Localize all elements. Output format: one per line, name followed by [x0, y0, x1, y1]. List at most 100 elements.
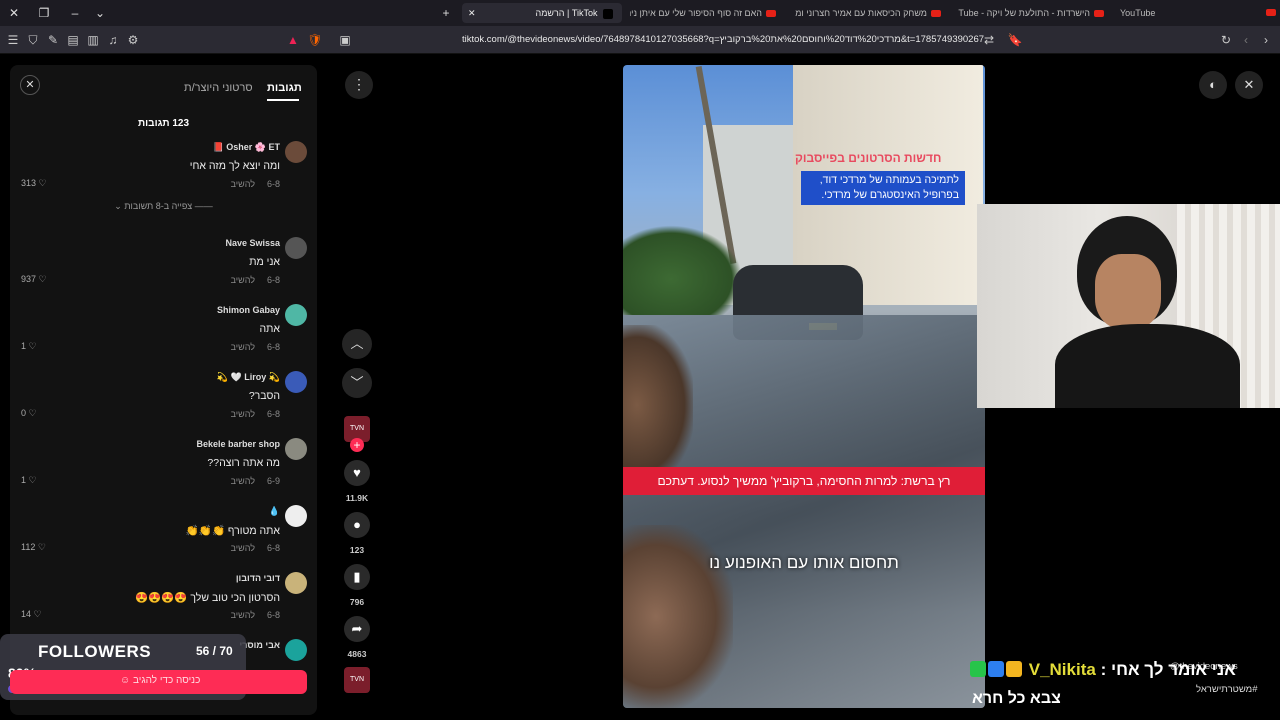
avatar[interactable] [285, 572, 307, 594]
reader-mode-icon[interactable]: ▣ [337, 32, 353, 48]
reply-link[interactable]: להשיב [231, 179, 255, 189]
comment-username[interactable]: Shimon Gabay [217, 305, 280, 315]
close-video-icon[interactable]: ✕ [1235, 71, 1263, 99]
comment-date: 6-8 [266, 543, 280, 553]
reply-link[interactable]: להשיב [231, 342, 255, 352]
heart-icon[interactable]: ♡ [29, 341, 37, 351]
video-player[interactable]: חדשות הסרטונים בפייסבוק לתמיכה בעמותה של… [623, 65, 985, 708]
tab-podcast[interactable]: האם זה סוף הסיפור שלי עם איתן ניהו... [630, 3, 780, 23]
tab-game-of-chairs[interactable]: משחק הכיסאות עם אמיר חצרוני ומרו... [795, 3, 945, 23]
tab-tiktok[interactable]: TikTok | הרשמה ✕ [462, 3, 622, 23]
close-window-icon[interactable]: ✕ [5, 4, 23, 22]
video-person [623, 325, 693, 485]
comment-meta: 6-8 להשיב [219, 409, 280, 419]
previous-video-chevron-up-icon[interactable]: ︿ [342, 329, 372, 359]
forward-icon[interactable]: › [1258, 32, 1274, 48]
like-count[interactable]: 313 ♡ [21, 178, 47, 189]
comment-text: אתה [259, 323, 280, 335]
follow-plus-icon[interactable]: + [350, 438, 364, 452]
save-count: 796 [349, 597, 365, 607]
share-arrow-icon[interactable]: ➦ [344, 616, 370, 642]
back-icon[interactable]: ‹ [1238, 32, 1254, 48]
video-trees [623, 225, 743, 315]
bookmark-icon[interactable]: ▮ [344, 564, 370, 590]
youtube-icon [931, 10, 941, 18]
share-link-icon[interactable]: ⇄ [981, 32, 997, 48]
close-panel-icon[interactable]: ✕ [20, 75, 40, 95]
like-count[interactable]: 937 ♡ [21, 274, 47, 285]
like-count[interactable]: 1 ♡ [21, 341, 37, 352]
avatar[interactable] [285, 639, 307, 661]
music-icon[interactable]: ♫ [105, 32, 121, 48]
tab-comments[interactable]: תגובות [267, 82, 302, 94]
address-bar[interactable]: tiktok.com/@thevideonews/video/764897841… [462, 32, 984, 48]
heart-icon[interactable]: ♡ [29, 408, 37, 418]
reply-link[interactable]: להשיב [231, 543, 255, 553]
share-count: 4863 [347, 649, 367, 659]
video-news-banner: רץ ברשת: למרות החסימה, ברקוביץ' ממשיך לנ… [623, 467, 985, 495]
tab-list-chevron-icon[interactable]: ⌄ [91, 4, 109, 22]
reload-icon[interactable]: ↻ [1218, 32, 1234, 48]
comment-username[interactable]: Osher 🌸 ET 📕 [213, 142, 280, 153]
player-mode-icon[interactable]: ◐ [1199, 71, 1227, 99]
comment-username[interactable]: 💫 Liroy 🤍 💫 [217, 372, 280, 383]
pin-icon[interactable]: ✎ [45, 32, 61, 48]
next-video-chevron-down-icon[interactable]: ﹀ [342, 368, 372, 398]
brave-rewards-icon[interactable]: ▲ [285, 32, 301, 48]
reply-link[interactable]: להשיב [231, 275, 255, 285]
chevron-down-icon: ⌄ [114, 201, 122, 211]
avatar[interactable] [285, 371, 307, 393]
tab-survivor[interactable]: הישרדות - התולעת של ויקה - YouTube [958, 3, 1108, 23]
avatar[interactable] [285, 141, 307, 163]
tab-creator-videos[interactable]: סרטוני היוצר/ת [184, 82, 253, 94]
heart-icon[interactable]: ♡ [29, 475, 37, 485]
comment-date: 6-8 [266, 409, 280, 419]
comment-meta: 6-8 להשיב [219, 543, 280, 553]
new-tab-icon[interactable]: + [437, 4, 455, 22]
extensions-icon[interactable]: ⚙ [125, 32, 141, 48]
reply-link[interactable]: להשיב [231, 610, 255, 620]
avatar[interactable] [285, 438, 307, 460]
heart-icon[interactable]: ♡ [34, 609, 42, 619]
restore-window-icon[interactable]: ❐ [35, 4, 53, 22]
minimize-window-icon[interactable]: – [66, 4, 84, 22]
reply-link[interactable]: להשיב [231, 409, 255, 419]
avatar[interactable] [285, 237, 307, 259]
comment-item: Bekele barber shop מה אתה רוצה?? 6-9 להשי… [10, 430, 317, 496]
comment-text: אני מת [249, 256, 280, 268]
like-count[interactable]: 112 ♡ [21, 542, 46, 553]
comment-date: 6-8 [266, 610, 280, 620]
like-count[interactable]: 0 ♡ [21, 408, 37, 419]
avatar[interactable] [285, 304, 307, 326]
heart-icon[interactable]: ♡ [38, 542, 46, 552]
tab-close-icon[interactable]: ✕ [468, 3, 476, 23]
comment-meta: 6-8 להשיב [219, 342, 280, 352]
view-replies-link[interactable]: —— צפייה ב-8 תשובות ⌄ [10, 201, 317, 212]
comment-username[interactable]: דובי הדובון [236, 573, 280, 583]
more-options-icon[interactable]: ⋮ [345, 71, 373, 99]
menu-icon[interactable]: ☰ [5, 32, 21, 48]
comment-text: מה אתה רוצה?? [207, 457, 280, 469]
bookmark-icon[interactable]: 🔖 [1007, 32, 1023, 48]
avatar[interactable] [285, 505, 307, 527]
collections-icon[interactable]: ▤ [65, 32, 81, 48]
like-count[interactable]: 1 ♡ [21, 475, 37, 486]
sidebar-icon[interactable]: ▥ [85, 32, 101, 48]
heart-icon[interactable]: ♥ [344, 460, 370, 486]
comment-bubble-icon[interactable]: ● [344, 512, 370, 538]
comment-date: 6-8 [266, 275, 280, 285]
youtube-icon [766, 10, 776, 18]
like-count[interactable]: 14 ♡ [21, 609, 42, 620]
video-subtitle: תחסום אותו עם האופנוע נו [709, 553, 899, 572]
heart-icon[interactable]: ♡ [39, 178, 47, 188]
chat-emote-icon [970, 661, 986, 677]
comment-username[interactable]: Bekele barber shop [196, 439, 280, 449]
brave-shield-icon[interactable]: 🛡 [307, 32, 323, 48]
comment-username[interactable]: Nave Swissa [225, 238, 280, 248]
comment-username[interactable]: 💧 [269, 506, 280, 517]
tab-youtube[interactable]: YouTube [1120, 3, 1280, 23]
reply-link[interactable]: להשיב [231, 476, 255, 486]
music-disc-icon[interactable]: TVN [344, 667, 370, 693]
shield-icon[interactable]: ⛉ [25, 32, 41, 48]
heart-icon[interactable]: ♡ [39, 274, 47, 284]
